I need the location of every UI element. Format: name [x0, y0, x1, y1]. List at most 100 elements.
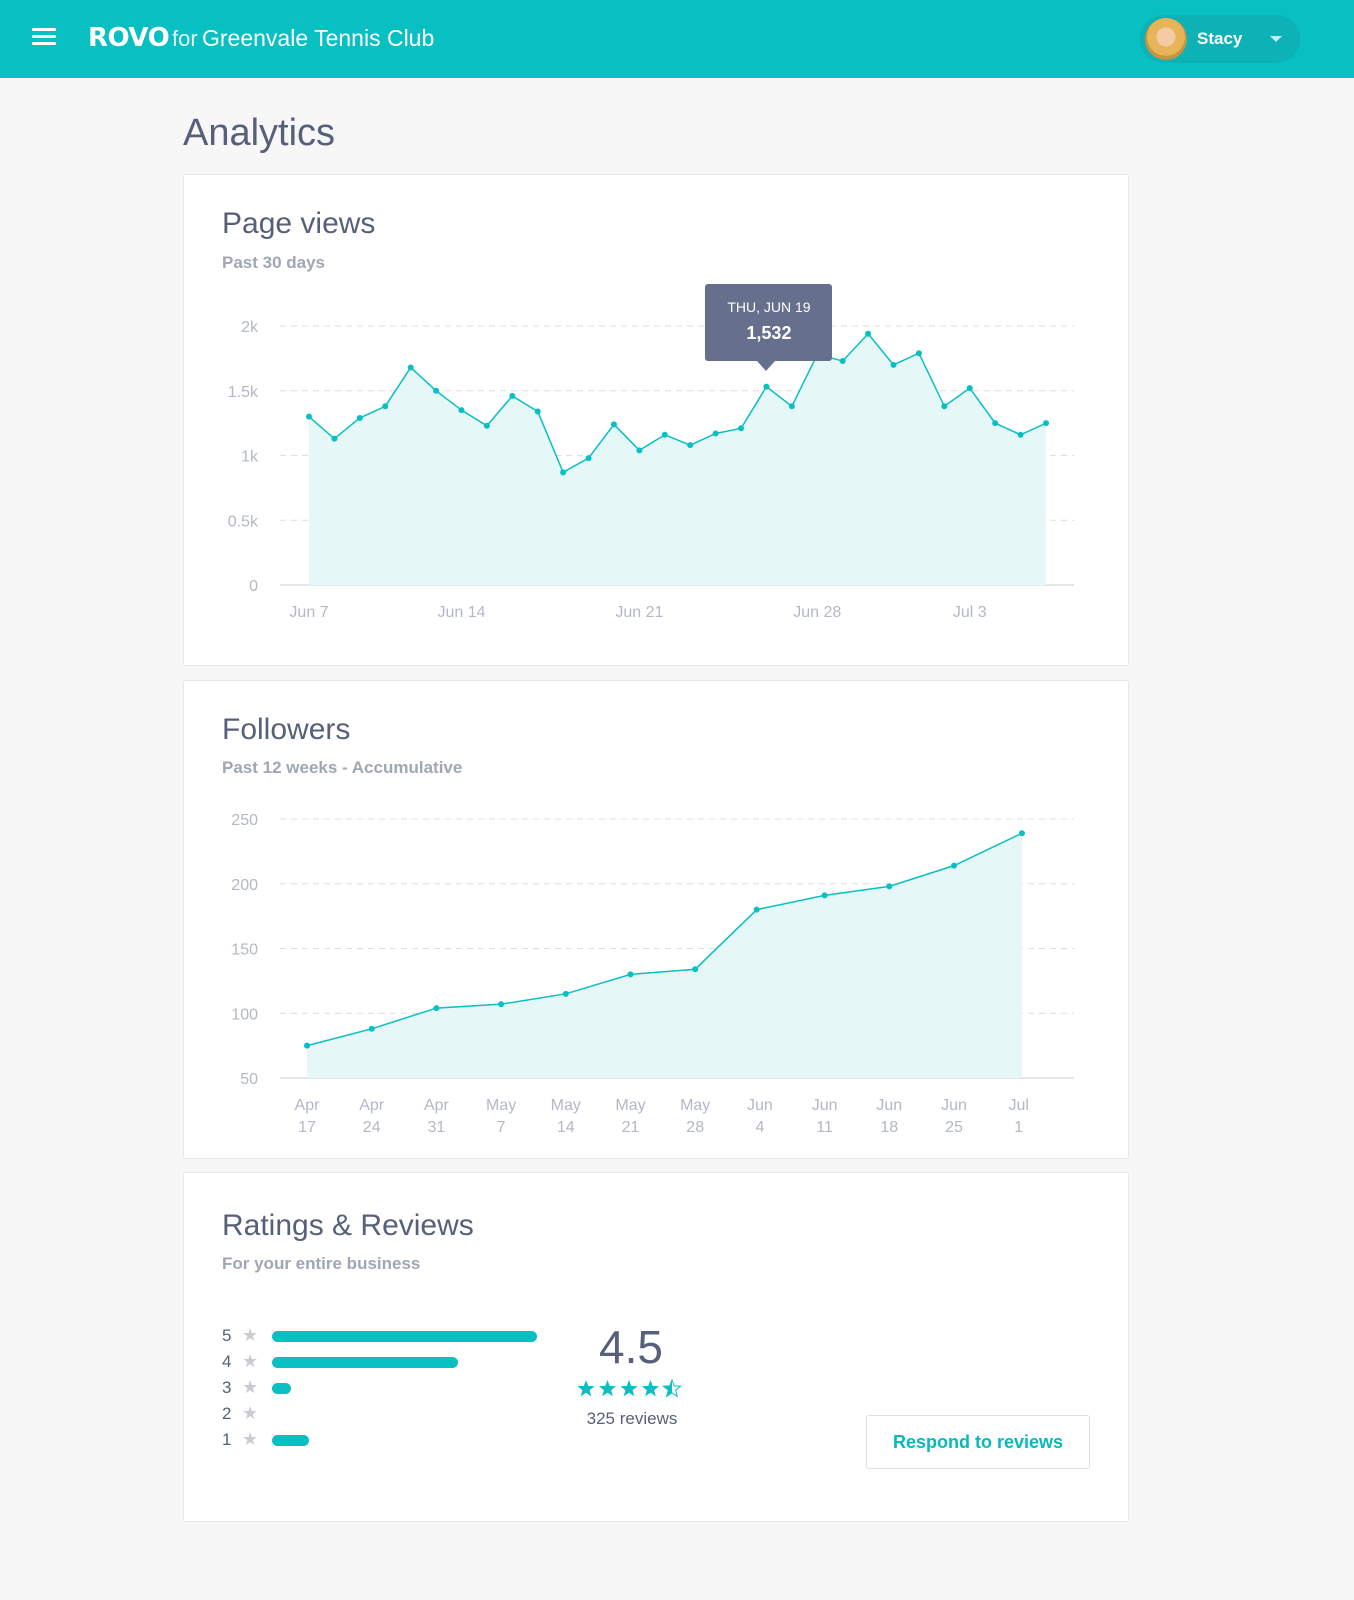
data-point	[1018, 830, 1025, 837]
y-tick-label: 0.5k	[228, 513, 259, 530]
data-point	[331, 435, 338, 442]
data-point	[915, 350, 922, 357]
rating-row: 1 ★	[222, 1429, 552, 1450]
x-tick-label: Apr	[295, 1097, 321, 1114]
ratings-title: Ratings & Reviews	[222, 1209, 474, 1242]
star-icon	[598, 1380, 617, 1397]
data-point	[560, 469, 567, 476]
logo[interactable]: ROVO	[88, 22, 170, 54]
x-tick-label: 7	[497, 1119, 506, 1136]
data-point	[839, 357, 846, 364]
data-point	[1043, 420, 1049, 427]
hamburger-menu-icon[interactable]	[32, 26, 56, 48]
x-tick-label: 24	[363, 1119, 381, 1136]
rating-star-count: 1	[222, 1430, 232, 1449]
star-icon: ★	[242, 1325, 259, 1345]
tooltip-date: THU, JUN 19	[727, 298, 811, 315]
data-point	[304, 1042, 310, 1049]
data-point	[951, 862, 957, 869]
user-menu-button[interactable]: Stacy	[1140, 15, 1300, 63]
x-tick-label: 11	[816, 1119, 833, 1136]
y-tick-label: 0	[249, 578, 258, 595]
y-tick-label: 50	[240, 1071, 258, 1088]
data-point	[433, 1005, 440, 1012]
series-area	[309, 333, 1046, 585]
star-icon: ★	[242, 1351, 259, 1371]
page-title: Analytics	[183, 112, 336, 154]
x-tick-label: 31	[428, 1119, 446, 1136]
x-tick-label: May	[680, 1097, 710, 1114]
data-point	[738, 425, 745, 432]
organization-name: Greenvale Tennis Club	[202, 25, 435, 51]
chart-tooltip: THU, JUN 19 1,532	[705, 283, 833, 371]
x-tick-label: 28	[686, 1119, 704, 1136]
star-icon	[620, 1380, 638, 1397]
data-point	[610, 421, 617, 428]
rating-bar	[272, 1435, 310, 1446]
x-tick-label: 21	[622, 1119, 640, 1136]
data-point	[821, 892, 828, 899]
avatar	[1145, 18, 1187, 60]
data-point	[992, 420, 999, 427]
x-tick-label: Jun 7	[289, 604, 328, 621]
star-icon: ★	[242, 1429, 259, 1449]
user-name: Stacy	[1197, 29, 1243, 48]
data-point	[865, 330, 872, 337]
rating-bar	[272, 1331, 537, 1342]
tooltip-value: 1,532	[746, 322, 792, 343]
data-point	[890, 361, 897, 368]
rating-star-count: 3	[222, 1378, 232, 1397]
ratings-subtitle: For your entire business	[222, 1254, 421, 1273]
x-tick-label: 4	[755, 1119, 764, 1136]
rating-bar	[272, 1383, 291, 1394]
x-tick-label: Jun 14	[437, 604, 485, 621]
data-point	[562, 990, 569, 997]
y-tick-label: 1k	[241, 449, 259, 466]
rating-star-count: 5	[222, 1326, 232, 1345]
top-bar: ROVO for Greenvale Tennis Club Stacy	[0, 0, 1354, 78]
average-stars	[578, 1378, 682, 1398]
x-tick-label: Jun 28	[793, 604, 841, 621]
x-tick-label: Jul 3	[953, 604, 987, 621]
page-views-chart: 0 0.5k 1k 1.5k 2k Jun 7 Jun 14 Jun 21 Jun 28 Jul …	[228, 319, 1074, 621]
data-point	[458, 407, 465, 414]
x-tick-label: 1	[1014, 1119, 1023, 1136]
ratings-card: Ratings & Reviews For your entire busine…	[183, 1172, 1129, 1522]
respond-to-reviews-button[interactable]: Respond to reviews	[866, 1415, 1090, 1469]
data-point	[498, 1001, 505, 1008]
logo-for-text: for	[172, 26, 198, 51]
review-count: 325 reviews	[586, 1409, 678, 1428]
x-tick-label: Jun	[876, 1097, 902, 1114]
star-icon: ★	[242, 1403, 259, 1423]
data-point	[687, 442, 694, 449]
star-icon	[641, 1380, 660, 1397]
data-point	[407, 364, 414, 371]
data-point	[534, 408, 541, 415]
data-point	[368, 1025, 375, 1032]
y-tick-label: 250	[231, 812, 258, 829]
average-rating: 4.5	[599, 1321, 663, 1373]
x-tick-label: May	[615, 1097, 645, 1114]
data-point	[509, 392, 516, 399]
y-tick-label: 2k	[241, 319, 259, 336]
star-icon	[578, 1380, 595, 1397]
rating-star-count: 4	[222, 1352, 232, 1371]
x-tick-label: 14	[557, 1119, 575, 1136]
data-point	[753, 906, 760, 913]
x-tick-label: Apr	[424, 1097, 450, 1114]
data-point	[692, 966, 699, 973]
y-tick-label: 1.5k	[228, 384, 259, 401]
data-point	[941, 403, 948, 410]
y-tick-label: 200	[231, 877, 258, 894]
data-point	[661, 431, 668, 438]
x-tick-label: May	[551, 1097, 581, 1114]
data-point	[966, 385, 973, 392]
x-tick-label: May	[486, 1097, 516, 1114]
x-tick-label: 25	[945, 1119, 963, 1136]
rating-bar	[272, 1357, 458, 1368]
rating-row: 3 ★	[222, 1377, 552, 1398]
x-tick-label: 17	[298, 1119, 316, 1136]
page-views-card: Page views Past 30 days 0 0.5k 1k 1.5k 2k Jun…	[183, 174, 1129, 666]
data-point	[306, 413, 312, 420]
rating-star-count: 2	[222, 1404, 232, 1423]
